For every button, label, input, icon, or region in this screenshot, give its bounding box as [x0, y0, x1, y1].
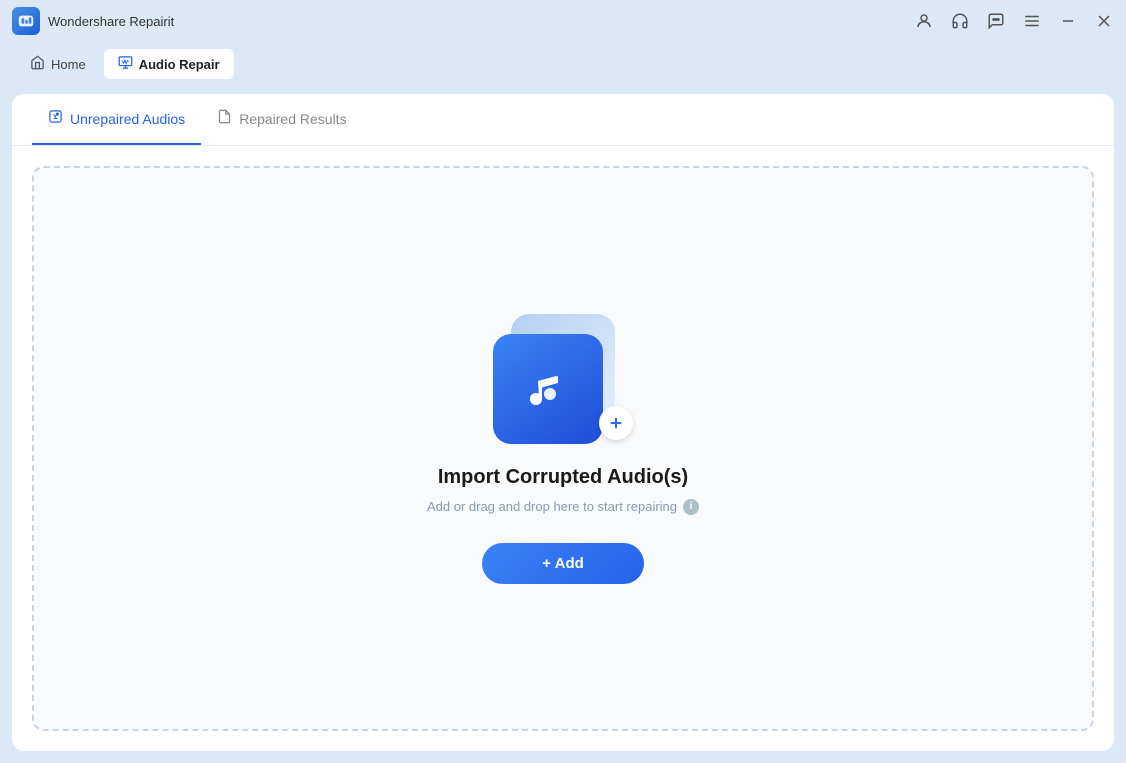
titlebar-left: Wondershare Repairit — [12, 7, 174, 35]
minimize-button[interactable] — [1058, 11, 1078, 31]
repaired-tab-icon — [217, 109, 232, 128]
add-button[interactable]: + Add — [482, 543, 644, 584]
account-icon[interactable] — [914, 11, 934, 31]
content-card: Unrepaired Audios Repaired Results — [12, 94, 1114, 751]
navbar: Home Audio Repair — [0, 42, 1126, 86]
import-title: Import Corrupted Audio(s) — [438, 466, 688, 489]
tab-unrepaired-audios[interactable]: Unrepaired Audios — [32, 94, 201, 145]
import-subtitle-text: Add or drag and drop here to start repai… — [427, 499, 677, 514]
home-nav-button[interactable]: Home — [16, 49, 100, 79]
app-title: Wondershare Repairit — [48, 14, 174, 29]
add-button-label: + Add — [542, 555, 584, 572]
tab-repaired-label: Repaired Results — [239, 111, 346, 127]
tab-unrepaired-label: Unrepaired Audios — [70, 111, 185, 127]
tabs-bar: Unrepaired Audios Repaired Results — [12, 94, 1114, 146]
headset-icon[interactable] — [950, 11, 970, 31]
home-icon — [30, 55, 45, 73]
import-subtitle: Add or drag and drop here to start repai… — [427, 499, 699, 515]
music-note-icon — [520, 361, 576, 417]
main-area: Unrepaired Audios Repaired Results — [0, 86, 1126, 763]
menu-icon[interactable] — [1022, 11, 1042, 31]
audio-repair-nav-button[interactable]: Audio Repair — [104, 49, 234, 79]
tab-repaired-results[interactable]: Repaired Results — [201, 94, 362, 145]
close-button[interactable] — [1094, 11, 1114, 31]
unrepaired-tab-icon — [48, 109, 63, 128]
music-card-front — [493, 334, 603, 444]
info-icon[interactable]: i — [683, 499, 699, 515]
dropzone[interactable]: Import Corrupted Audio(s) Add or drag an… — [32, 166, 1094, 731]
chat-icon[interactable] — [986, 11, 1006, 31]
audio-repair-nav-label: Audio Repair — [139, 57, 220, 72]
audio-repair-icon — [118, 55, 133, 73]
titlebar-right — [914, 11, 1114, 31]
titlebar: Wondershare Repairit — [0, 0, 1126, 42]
music-icon-wrapper — [493, 314, 633, 444]
home-nav-label: Home — [51, 57, 86, 72]
plus-badge — [599, 406, 633, 440]
app-icon — [12, 7, 40, 35]
